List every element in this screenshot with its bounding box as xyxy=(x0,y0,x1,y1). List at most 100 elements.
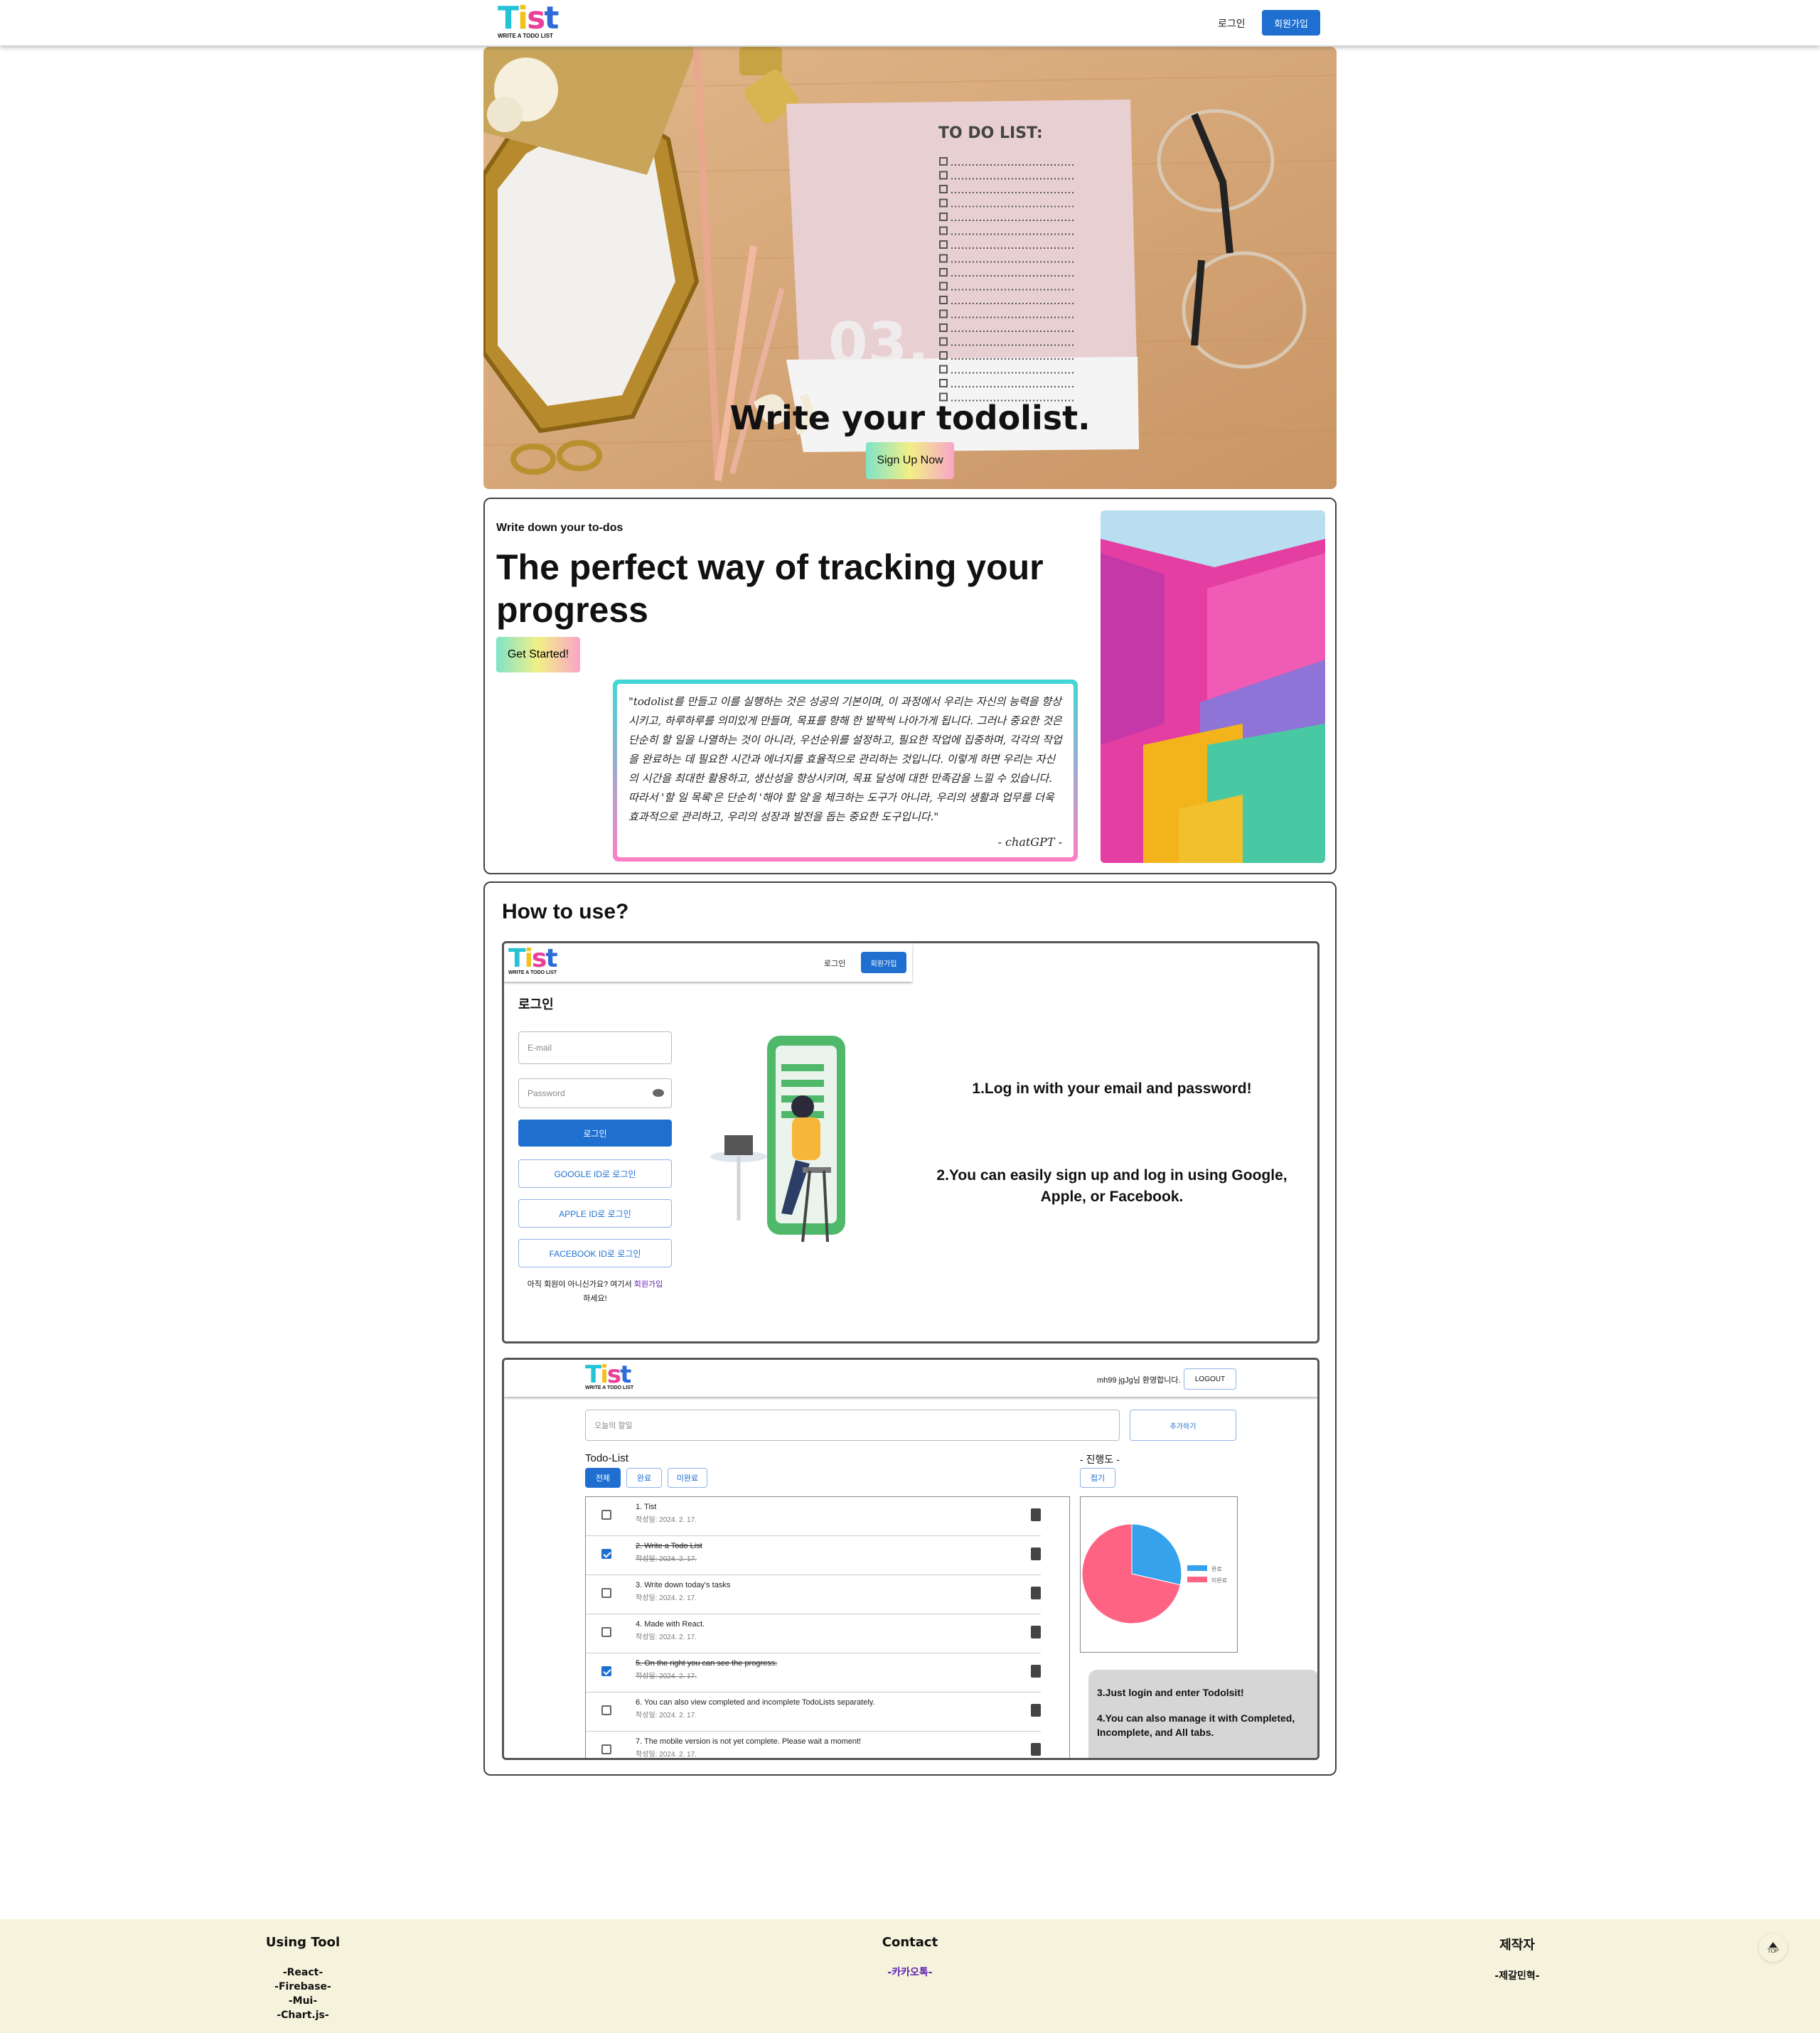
eye-icon xyxy=(653,1089,664,1097)
footer-tools-column: Using Tool -React- -Firebase- -Mui- -Cha… xyxy=(196,1935,410,2022)
todo-list-title: Todo-List xyxy=(585,1452,628,1464)
signup-prompt: 아직 회원이 아니신가요? 여기서 회원가입 하세요! xyxy=(527,1280,663,1303)
facebook-login-button: FACEBOOK ID로 로그인 xyxy=(518,1239,672,1267)
todo-text: 4. Made with React. xyxy=(636,1620,705,1629)
intro-heading: The perfect way of tracking your progres… xyxy=(496,547,1044,630)
todo-text: 7. The mobile version is not yet complet… xyxy=(636,1737,862,1746)
todo-text: 5. On the right you can see the progress… xyxy=(636,1659,778,1668)
site-logo[interactable]: Tist WRITE A TODO LIST xyxy=(498,3,559,40)
todo-mini-logo: Tist WRITE A TODO LIST xyxy=(585,1361,634,1390)
todo-input: 오늘의 할일 xyxy=(585,1410,1120,1441)
login-button: 로그인 xyxy=(518,1120,672,1147)
todo-row: 3. Write down today's tasks 작성일: 2024. 2.… xyxy=(586,1575,1041,1614)
mini-logo: Tist WRITE A TODO LIST xyxy=(508,944,558,976)
kakaotalk-link[interactable]: -카카오톡- xyxy=(803,1965,1017,1980)
footer-tools-title: Using Tool xyxy=(265,1935,341,1950)
todo-checkbox xyxy=(601,1510,611,1520)
todo-checkbox xyxy=(601,1744,611,1754)
todo-date: 작성일: 2024. 2. 17. xyxy=(636,1712,697,1720)
intro-eyebrow: Write down your to-dos xyxy=(496,522,623,534)
tab-completed: 완료 xyxy=(626,1468,662,1488)
todo-row: 5. On the right you can see the progress… xyxy=(586,1653,1041,1693)
todo-text: 2. Write a Todo List xyxy=(636,1542,702,1550)
todo-checkbox xyxy=(601,1705,611,1715)
progress-pie-chart: 완료미완료 xyxy=(1081,1523,1227,1624)
todo-row: 1. Tist 작성일: 2024. 2. 17. xyxy=(586,1497,1041,1536)
todo-date: 작성일: 2024. 2. 17. xyxy=(636,1516,697,1524)
footer-creator-column: 제작자 -제갈민혁- xyxy=(1410,1935,1624,1983)
todo-checkbox xyxy=(601,1627,611,1637)
quote-box: "todolist를 만들고 이를 실행하는 것은 성공의 기본이며, 이 과정… xyxy=(613,680,1078,862)
todo-date: 작성일: 2024. 2. 17. xyxy=(636,1751,697,1759)
get-started-button[interactable]: Get Started! xyxy=(496,637,580,672)
top-label: TOP xyxy=(1767,1947,1779,1954)
step3-text: 3.Just login and enter Todolsit! xyxy=(1097,1687,1244,1698)
woman-phone-illustration xyxy=(696,1029,881,1256)
trash-icon xyxy=(1031,1665,1041,1678)
todo-date: 작성일: 2024. 2. 17. xyxy=(636,1634,697,1641)
footer-tool-item: -Mui- xyxy=(288,1995,318,2007)
login-page-title: 로그인 xyxy=(518,997,554,1012)
progress-title: - 진행도 - xyxy=(1080,1454,1120,1465)
mini-signup-button: 회원가입 xyxy=(861,952,906,973)
todo-row: 2. Write a Todo List 작성일: 2024. 2. 17. xyxy=(586,1536,1041,1575)
todo-list-panel: 1. Tist 작성일: 2024. 2. 17. 2. Write a Todo … xyxy=(585,1496,1070,1759)
progress-panel: 완료미완료 xyxy=(1080,1496,1238,1653)
todo-date: 작성일: 2024. 2. 17. xyxy=(636,1594,697,1602)
legend-label-0: 완료 xyxy=(1211,1566,1222,1572)
todo-row: 4. Made with React. 작성일: 2024. 2. 17. xyxy=(586,1614,1041,1653)
how-to-title: How to use? xyxy=(502,900,629,923)
quote-citation: - chatGPT - xyxy=(997,835,1062,849)
footer-creator-name: -제갈민혁- xyxy=(1494,1970,1540,1982)
mini-login-link: 로그인 xyxy=(824,960,846,968)
mini-navbar: Tist WRITE A TODO LIST 로그인 회원가입 xyxy=(504,943,912,982)
todo-text: 3. Write down today's tasks xyxy=(636,1581,731,1589)
hero-signup-button[interactable]: Sign Up Now xyxy=(866,442,954,479)
todo-checkbox xyxy=(601,1549,611,1559)
todo-text: 6. You can also view completed and incom… xyxy=(636,1698,875,1707)
colorful-stairs-image xyxy=(1101,510,1325,863)
footer-contact-column: Contact -카카오톡- xyxy=(803,1935,1017,1980)
todo-date: 작성일: 2024. 2. 17. xyxy=(636,1555,697,1563)
trash-icon xyxy=(1031,1626,1041,1638)
todo-date: 작성일: 2024. 2. 17. xyxy=(636,1673,697,1680)
todo-row: 7. The mobile version is not yet complet… xyxy=(586,1732,1041,1759)
todo-checkbox xyxy=(601,1588,611,1598)
top-navbar: Tist WRITE A TODO LIST 로그인 회원가입 xyxy=(0,0,1820,45)
scroll-top-button[interactable]: TOP xyxy=(1759,1933,1787,1962)
logo-tagline: WRITE A TODO LIST xyxy=(498,33,553,39)
nav-signup-button[interactable]: 회원가입 xyxy=(1262,10,1320,36)
footer-creator-title: 제작자 xyxy=(1499,1938,1535,1953)
add-todo-button: 추가하기 xyxy=(1130,1410,1236,1441)
nav-login-link[interactable]: 로그인 xyxy=(1218,16,1246,31)
footer-tool-item: -React- xyxy=(282,1967,323,1978)
greeting-text: mh99 jgJg님 환영합니다. xyxy=(1097,1376,1181,1385)
todo-text: 1. Tist xyxy=(636,1503,657,1511)
step2-text: 2.You can easily sign up and log in usin… xyxy=(936,1167,1288,1205)
arrow-up-icon xyxy=(1769,1941,1777,1948)
trash-icon xyxy=(1031,1587,1041,1599)
logout-button: LOGOUT xyxy=(1184,1368,1236,1390)
intro-card: Write down your to-dos The perfect way o… xyxy=(483,498,1337,874)
step4-text: 4.You can also manage it with Completed,… xyxy=(1097,1712,1295,1738)
footer-tool-item: -Firebase- xyxy=(274,1981,331,1992)
tip-box: 3.Just login and enter Todolsit! 4.You c… xyxy=(1088,1670,1317,1758)
email-field: E-mail xyxy=(518,1031,672,1064)
password-placeholder: Password xyxy=(528,1088,565,1098)
todo-mini-navbar: Tist WRITE A TODO LIST mh99 jgJg님 환영합니다.… xyxy=(504,1360,1317,1397)
how-to-card: How to use? Tist WRITE A TODO LIST 로그인 회… xyxy=(483,881,1337,1776)
trash-icon xyxy=(1031,1547,1041,1560)
legend-swatch-0 xyxy=(1187,1565,1207,1571)
hero-banner: TO DO LIST: 03. Write your todolist. Sig… xyxy=(483,47,1337,489)
apple-login-button: APPLE ID로 로그인 xyxy=(518,1199,672,1228)
footer-tool-item: -Chart.js- xyxy=(277,2010,329,2021)
footer-contact-title: Contact xyxy=(882,1935,938,1950)
svg-text:TO DO LIST:: TO DO LIST: xyxy=(938,124,1043,142)
legend-label-1: 미완료 xyxy=(1211,1577,1227,1584)
collapse-button: 접기 xyxy=(1080,1468,1115,1488)
step1-text: 1.Log in with your email and password! xyxy=(972,1080,1252,1097)
todo-checkbox xyxy=(601,1666,611,1676)
tab-incomplete: 미완료 xyxy=(668,1468,707,1488)
legend-swatch-1 xyxy=(1187,1577,1207,1582)
tab-all: 전체 xyxy=(585,1468,621,1488)
